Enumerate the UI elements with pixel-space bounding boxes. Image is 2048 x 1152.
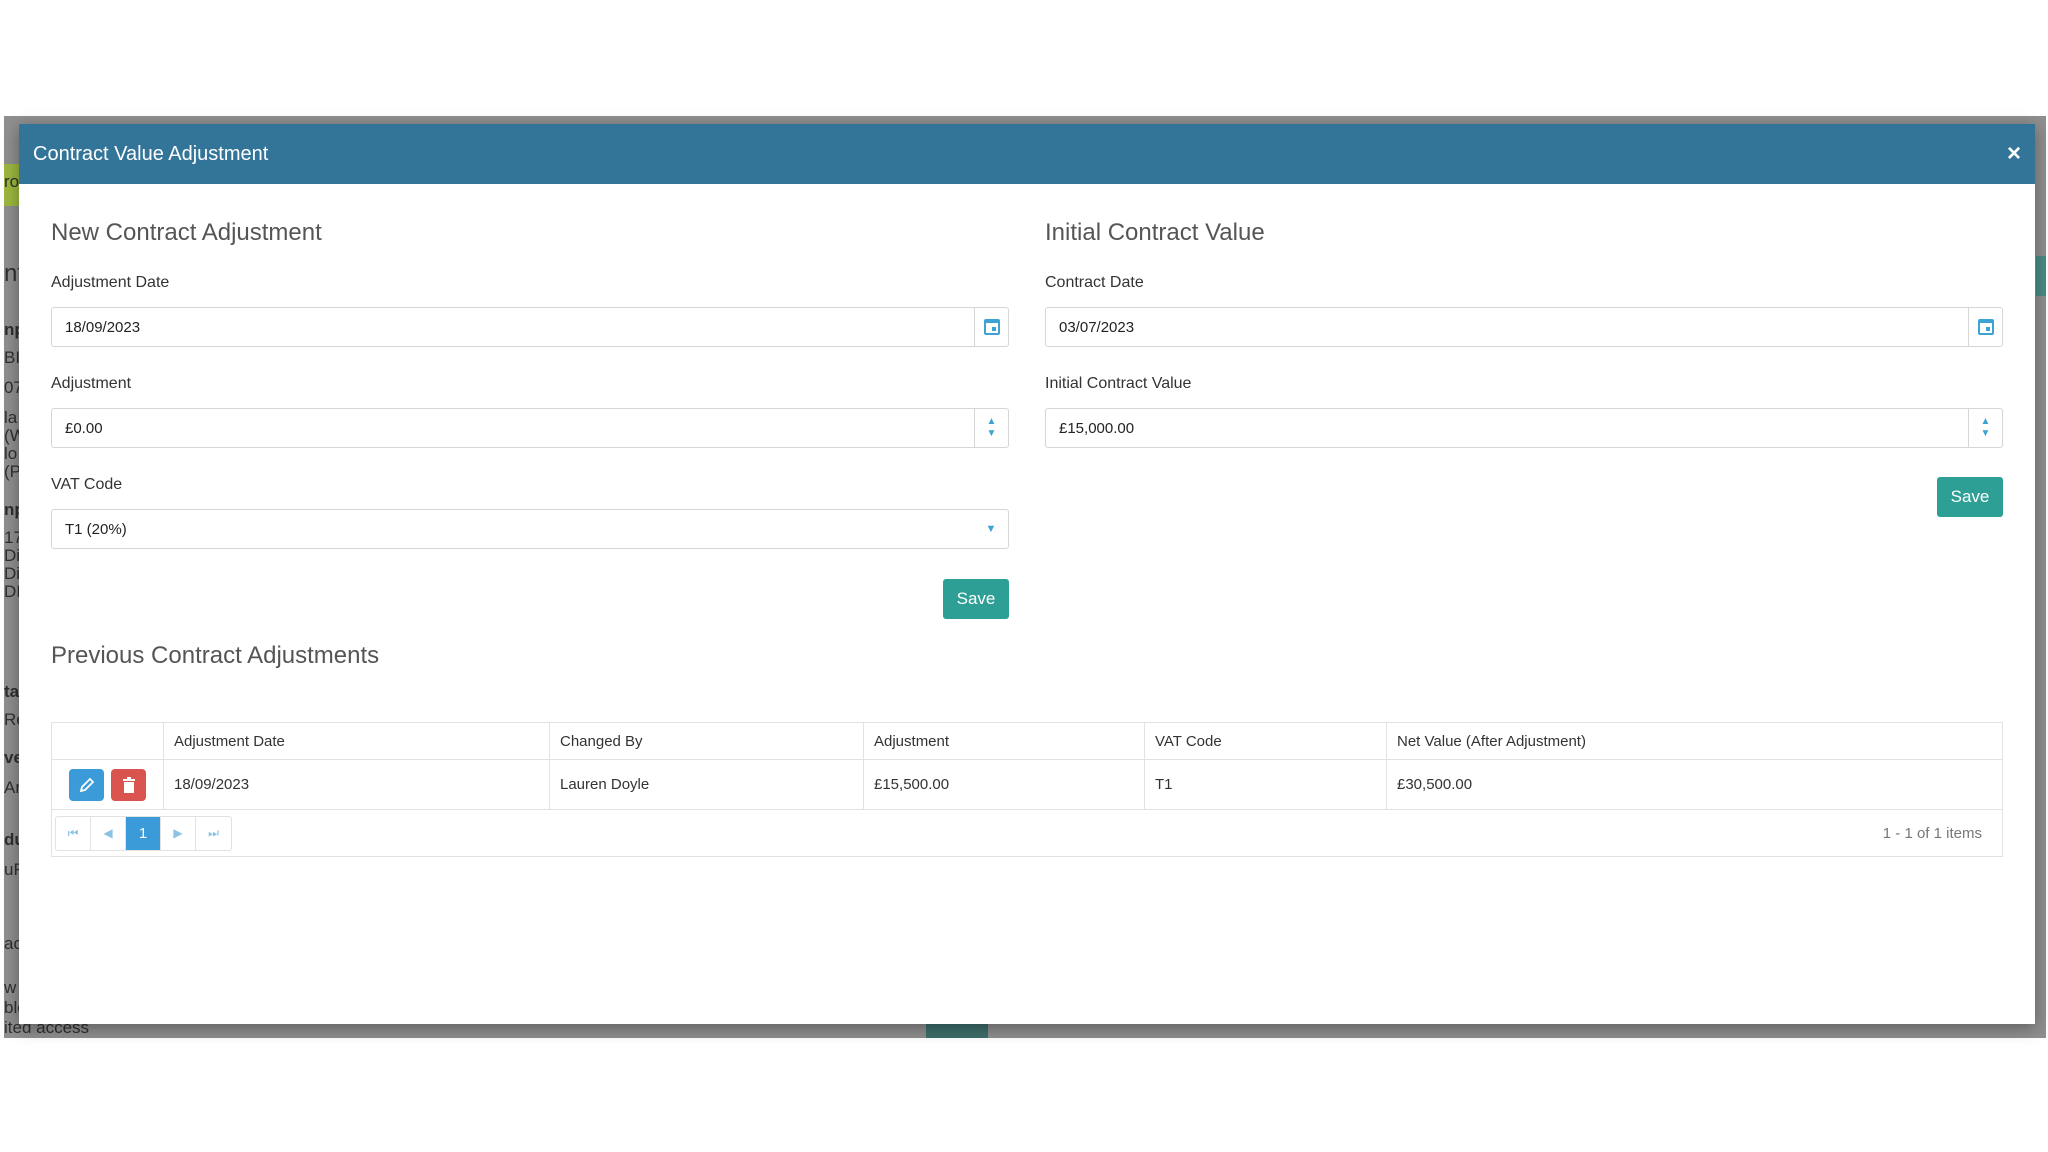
next-page-icon[interactable]: ▶ — [161, 816, 196, 850]
background-text: lo — [4, 444, 18, 463]
background-text: Di — [4, 546, 21, 565]
close-icon[interactable]: × — [2007, 142, 2021, 166]
adjustment-date-field[interactable]: 18/09/2023 — [51, 307, 1009, 347]
contract-value-adjustment-dialog: Contract Value Adjustment × New Contract… — [19, 124, 2035, 1024]
pager: ⏮ ◀ 1 ▶ ⏭ 1 - 1 of 1 items — [52, 810, 2002, 856]
pager-info: 1 - 1 of 1 items — [1882, 824, 1982, 842]
background-text: BI — [4, 348, 21, 367]
vat-code-select[interactable]: T1 (20%) ▼ — [51, 509, 1009, 549]
adjustment-label: Adjustment — [51, 375, 132, 392]
background-text: la — [4, 408, 18, 427]
calendar-icon — [983, 319, 1000, 335]
vat-code-label: VAT Code — [51, 476, 123, 493]
last-page-icon[interactable]: ⏭ — [196, 817, 231, 850]
initial-value-spinner: ▲ ▼ — [1968, 409, 2002, 447]
page-number[interactable]: 1 — [126, 816, 161, 850]
calendar-icon — [1977, 319, 1994, 335]
save-initial-value-button[interactable]: Save — [1937, 477, 2003, 517]
caret-down-icon[interactable]: ▼ — [1981, 428, 1991, 440]
column-header-changed-by[interactable]: Changed By — [550, 723, 864, 759]
background-text: ro — [4, 172, 20, 191]
initial-contract-value: £15,000.00 — [1059, 419, 1135, 437]
initial-value-heading: Initial Contract Value — [1045, 219, 1265, 246]
first-page-icon[interactable]: ⏮ — [56, 816, 91, 850]
prev-page-icon[interactable]: ◀ — [91, 816, 126, 850]
column-header-actions — [52, 723, 164, 759]
adjustment-field[interactable]: £0.00 ▲ ▼ — [51, 408, 1009, 448]
background-text: Di — [4, 564, 21, 583]
column-header-adjustment-date[interactable]: Adjustment Date — [164, 723, 550, 759]
cell-vat-code: T1 — [1145, 760, 1387, 809]
trash-icon — [122, 776, 135, 793]
cell-changed-by: Lauren Doyle — [550, 760, 864, 809]
row-actions — [52, 760, 164, 809]
new-adjustment-heading: New Contract Adjustment — [51, 219, 322, 246]
modal-header: Contract Value Adjustment × — [19, 124, 2035, 184]
caret-down-icon: ▼ — [985, 523, 997, 535]
table-header: Adjustment Date Changed By Adjustment VA… — [52, 723, 2002, 760]
contract-date-label: Contract Date — [1045, 274, 1144, 291]
background-edge — [926, 1024, 988, 1038]
background-edge — [2036, 256, 2046, 296]
cell-adjustment-date: 18/09/2023 — [164, 760, 550, 809]
column-header-vat-code[interactable]: VAT Code — [1145, 723, 1387, 759]
calendar-button[interactable] — [974, 308, 1008, 346]
save-adjustment-button[interactable]: Save — [943, 579, 1009, 619]
adjustment-spinner: ▲ ▼ — [974, 409, 1008, 447]
cell-net-value: £30,500.00 — [1397, 776, 1473, 793]
caret-down-icon[interactable]: ▼ — [987, 428, 997, 440]
vat-code-value: T1 (20%) — [65, 520, 127, 538]
background-text: ta — [4, 682, 20, 701]
caret-up-icon[interactable]: ▲ — [1981, 416, 1991, 428]
edit-button[interactable] — [69, 768, 104, 801]
column-header-adjustment[interactable]: Adjustment — [864, 723, 1145, 759]
previous-adjustments-heading: Previous Contract Adjustments — [51, 642, 380, 669]
initial-contract-value-label: Initial Contract Value — [1045, 375, 1192, 392]
initial-contract-value-field[interactable]: £15,000.00 ▲ ▼ — [1045, 408, 2003, 448]
delete-button[interactable] — [111, 768, 146, 801]
adjustment-date-label: Adjustment Date — [51, 274, 170, 291]
calendar-button[interactable] — [1968, 308, 2002, 346]
modal-title: Contract Value Adjustment — [33, 142, 269, 165]
column-header-net-value[interactable]: Net Value (After Adjustment) — [1387, 723, 2002, 759]
contract-date-field[interactable]: 03/07/2023 — [1045, 307, 2003, 347]
table-row: 18/09/2023 Lauren Doyle £15,500.00 T1 £3… — [52, 760, 2002, 810]
cell-adjustment: £15,500.00 — [864, 760, 1145, 809]
previous-adjustments-table: Adjustment Date Changed By Adjustment VA… — [51, 722, 2003, 857]
pager-buttons: ⏮ ◀ 1 ▶ ⏭ — [55, 815, 232, 851]
contract-date-value: 03/07/2023 — [1059, 318, 1135, 336]
adjustment-date-value: 18/09/2023 — [65, 318, 141, 336]
dropdown-toggle[interactable]: ▼ — [974, 523, 1008, 535]
pencil-icon — [79, 777, 94, 792]
caret-up-icon[interactable]: ▲ — [987, 416, 997, 428]
adjustment-value: £0.00 — [65, 419, 103, 437]
